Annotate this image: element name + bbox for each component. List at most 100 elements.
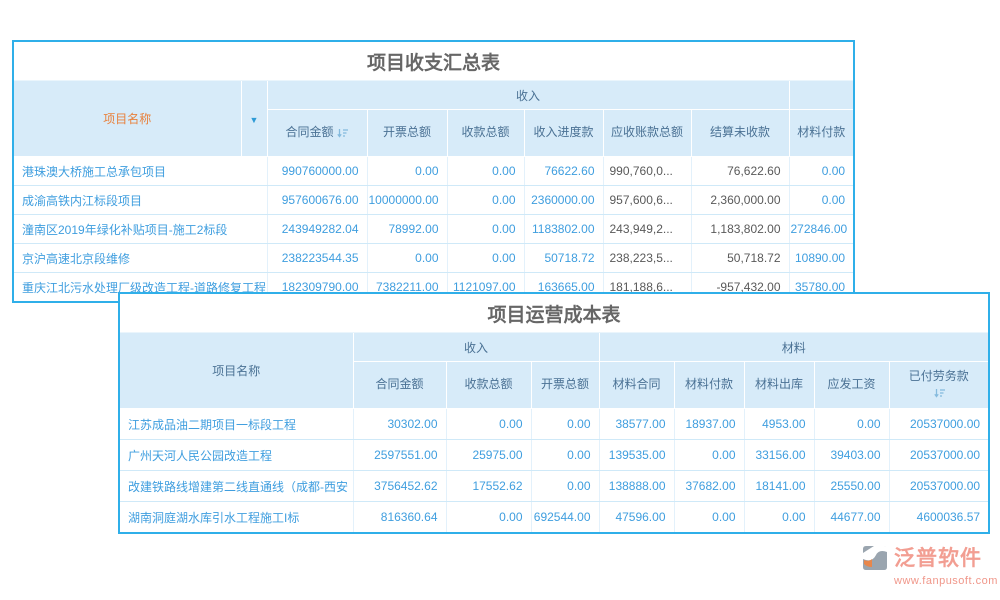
value-cell: 33156.00 — [744, 440, 814, 471]
value-cell: 17552.62 — [446, 471, 531, 502]
value-cell: 0.00 — [674, 502, 744, 534]
sort-icon[interactable] — [934, 387, 946, 399]
value-cell: 1,183,802.00 — [691, 215, 789, 244]
table2-col-payable-wages: 应发工资 — [814, 362, 889, 409]
table1-col-material-payment: 材料付款 — [789, 110, 854, 157]
value-cell: 238,223,5... — [603, 244, 691, 273]
value-cell: 138888.00 — [599, 471, 674, 502]
value-cell: 0.00 — [367, 157, 447, 186]
sort-icon[interactable] — [337, 127, 349, 139]
income-expense-summary-panel: 项目收支汇总表 项目名称 ▼ 收入 合同金额 开票总额 收款总额 收入进度款 应… — [12, 40, 855, 303]
value-cell: 76,622.60 — [691, 157, 789, 186]
table1-col-receivable-total: 应收账款总额 — [603, 110, 691, 157]
project-name-link[interactable]: 港珠澳大桥施工总承包项目 — [13, 157, 267, 186]
value-cell: 0.00 — [367, 244, 447, 273]
value-cell: 990,760,0... — [603, 157, 691, 186]
value-cell: 20537000.00 — [889, 440, 989, 471]
value-cell: 2597551.00 — [353, 440, 446, 471]
value-cell: 0.00 — [531, 440, 599, 471]
project-name-link[interactable]: 京沪高速北京段维修 — [13, 244, 267, 273]
table-row: 港珠澳大桥施工总承包项目990760000.000.000.0076622.60… — [13, 157, 854, 186]
project-name-link[interactable]: 成渝高铁内江标段项目 — [13, 186, 267, 215]
caret-down-icon[interactable]: ▼ — [250, 115, 259, 125]
table2-title: 项目运营成本表 — [119, 293, 989, 333]
project-name-link[interactable]: 改建铁路线增建第二线直通线（成都-西安 — [119, 471, 353, 502]
project-name-filter-cell[interactable]: ▼ — [241, 81, 267, 157]
value-cell: 1183802.00 — [524, 215, 603, 244]
project-name-link[interactable]: 广州天河人民公园改造工程 — [119, 440, 353, 471]
value-cell: 25550.00 — [814, 471, 889, 502]
value-cell: 0.00 — [814, 409, 889, 440]
fanpu-brand-text: 泛普软件 — [894, 548, 982, 569]
table2-col-receipt-total: 收款总额 — [446, 362, 531, 409]
table1-col-invoice-total: 开票总额 — [367, 110, 447, 157]
value-cell: 50,718.72 — [691, 244, 789, 273]
table2-col-contract-amount: 合同金额 — [353, 362, 446, 409]
table1-col-income-progress: 收入进度款 — [524, 110, 603, 157]
value-cell: 0.00 — [447, 186, 524, 215]
value-cell: 20537000.00 — [889, 409, 989, 440]
table2-col-paid-labor[interactable]: 已付劳务款 — [889, 362, 989, 409]
value-cell: 0.00 — [447, 244, 524, 273]
operating-cost-table: 项目运营成本表 项目名称 收入 材料 合同金额 收款总额 开票总额 材料合同 材… — [118, 292, 990, 534]
project-name-link[interactable]: 湖南洞庭湖水库引水工程施工I标 — [119, 502, 353, 534]
value-cell: 4953.00 — [744, 409, 814, 440]
value-cell: 957,600,6... — [603, 186, 691, 215]
value-cell: 18937.00 — [674, 409, 744, 440]
value-cell: 0.00 — [447, 215, 524, 244]
table1-project-name-header: 项目名称 — [13, 81, 241, 157]
value-cell: 50718.72 — [524, 244, 603, 273]
table2-col-material-outbound: 材料出库 — [744, 362, 814, 409]
value-cell: 2,360,000.00 — [691, 186, 789, 215]
value-cell: 243949282.04 — [267, 215, 367, 244]
fanpu-logo: 泛普软件 www.fanpusoft.com — [860, 543, 992, 587]
table-row: 湖南洞庭湖水库引水工程施工I标816360.640.00692544.00475… — [119, 502, 989, 534]
value-cell: 0.00 — [531, 471, 599, 502]
fanpu-url-text: www.fanpusoft.com — [860, 575, 992, 587]
value-cell: 78992.00 — [367, 215, 447, 244]
fanpu-logo-icon — [860, 543, 890, 573]
table-row: 改建铁路线增建第二线直通线（成都-西安3756452.6217552.620.0… — [119, 471, 989, 502]
table1-empty-group-header — [789, 81, 854, 110]
table-row: 京沪高速北京段维修238223544.350.000.0050718.72238… — [13, 244, 854, 273]
value-cell: 25975.00 — [446, 440, 531, 471]
table2-material-group-header: 材料 — [599, 333, 989, 362]
value-cell: 39403.00 — [814, 440, 889, 471]
value-cell: 238223544.35 — [267, 244, 367, 273]
table2-col-invoice-total: 开票总额 — [531, 362, 599, 409]
table1-col-receipt-total: 收款总额 — [447, 110, 524, 157]
value-cell: 30302.00 — [353, 409, 446, 440]
value-cell: 0.00 — [789, 157, 854, 186]
value-cell: 2360000.00 — [524, 186, 603, 215]
value-cell: 272846.00 — [789, 215, 854, 244]
table2-col-material-payment: 材料付款 — [674, 362, 744, 409]
project-name-link[interactable]: 潼南区2019年绿化补贴项目-施工2标段 — [13, 215, 267, 244]
value-cell: 957600676.00 — [267, 186, 367, 215]
table-row: 广州天河人民公园改造工程2597551.0025975.000.00139535… — [119, 440, 989, 471]
value-cell: 10000000.00 — [367, 186, 447, 215]
table2-project-name-header: 项目名称 — [119, 333, 353, 409]
table-row: 成渝高铁内江标段项目957600676.0010000000.000.00236… — [13, 186, 854, 215]
table1-col-contract-amount[interactable]: 合同金额 — [267, 110, 367, 157]
value-cell: 816360.64 — [353, 502, 446, 534]
value-cell: 44677.00 — [814, 502, 889, 534]
value-cell: 20537000.00 — [889, 471, 989, 502]
project-name-link[interactable]: 江苏成品油二期项目一标段工程 — [119, 409, 353, 440]
value-cell: 47596.00 — [599, 502, 674, 534]
value-cell: 0.00 — [789, 186, 854, 215]
value-cell: 990760000.00 — [267, 157, 367, 186]
value-cell: 0.00 — [744, 502, 814, 534]
value-cell: 0.00 — [446, 409, 531, 440]
operating-cost-panel: 项目运营成本表 项目名称 收入 材料 合同金额 收款总额 开票总额 材料合同 材… — [118, 292, 988, 534]
value-cell: 243,949,2... — [603, 215, 691, 244]
value-cell: 0.00 — [674, 440, 744, 471]
value-cell: 38577.00 — [599, 409, 674, 440]
table2-income-group-header: 收入 — [353, 333, 599, 362]
income-expense-summary-table: 项目收支汇总表 项目名称 ▼ 收入 合同金额 开票总额 收款总额 收入进度款 应… — [12, 40, 855, 303]
value-cell: 0.00 — [446, 502, 531, 534]
value-cell: 4600036.57 — [889, 502, 989, 534]
value-cell: 10890.00 — [789, 244, 854, 273]
value-cell: 18141.00 — [744, 471, 814, 502]
value-cell: 76622.60 — [524, 157, 603, 186]
table1-col-settle-unreceived: 结算未收款 — [691, 110, 789, 157]
